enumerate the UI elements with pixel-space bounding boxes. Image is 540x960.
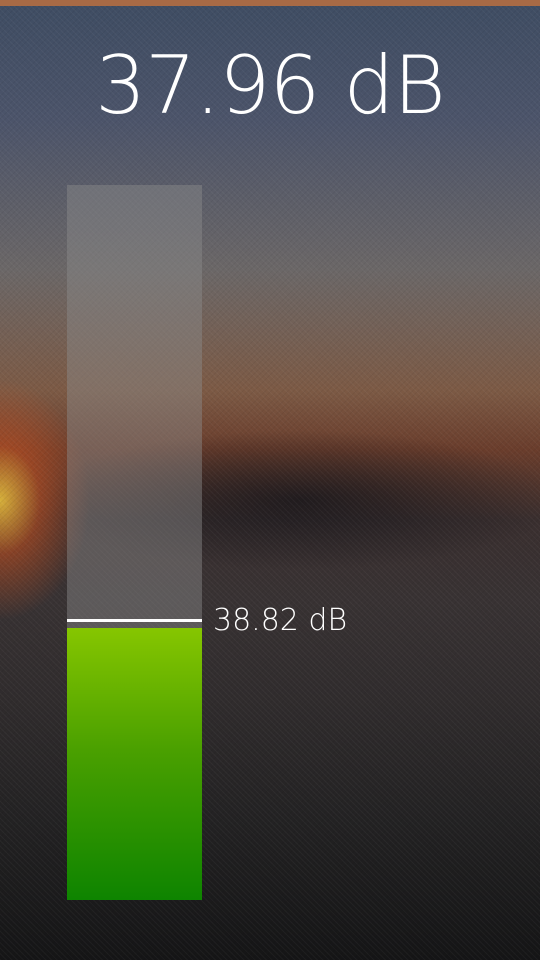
status-strip (0, 0, 540, 6)
level-meter-fill (67, 628, 202, 900)
sound-meter-screen: { "current_level": "37.96 dB", "peak": {… (0, 0, 540, 960)
level-meter (67, 185, 202, 900)
current-level-readout: 37.96 dB (95, 39, 446, 132)
peak-marker-line (67, 619, 202, 622)
peak-level-label: 38.82 dB (213, 603, 348, 638)
